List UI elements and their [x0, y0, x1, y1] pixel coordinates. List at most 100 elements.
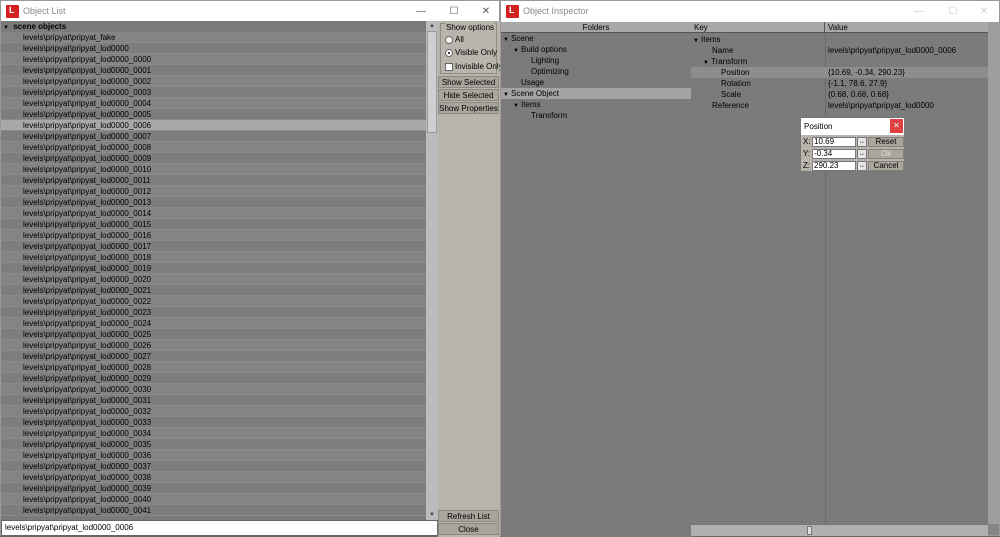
close-icon[interactable]: ✕ — [890, 119, 903, 133]
scroll-thumb[interactable] — [427, 31, 437, 133]
selected-path-field[interactable]: levels\pripyat\pripyat_lod0000_0006 — [1, 520, 438, 536]
object-list-titlebar[interactable]: Object List — ☐ ✕ — [1, 1, 499, 22]
object-list-item[interactable]: levels\pripyat\pripyat_lod0000_0025 — [1, 329, 426, 340]
object-list-item[interactable]: levels\pripyat\pripyat_lod0000_0033 — [1, 417, 426, 428]
object-list-item[interactable]: levels\pripyat\pripyat_lod0000_0014 — [1, 208, 426, 219]
radio-icon[interactable] — [445, 35, 453, 44]
folder-items[interactable]: ▼ Items — [501, 99, 691, 110]
object-list-item[interactable]: levels\pripyat\pripyat_lod0000_0022 — [1, 296, 426, 307]
object-list-item[interactable]: levels\pripyat\pripyat_lod0000_0041 — [1, 505, 426, 516]
object-list-item[interactable]: levels\pripyat\pripyat_lod0000_0015 — [1, 219, 426, 230]
y-spin-icon[interactable]: ↔ — [857, 149, 867, 159]
object-list-item[interactable]: levels\pripyat\pripyat_lod0000_0037 — [1, 461, 426, 472]
close-icon[interactable]: ✕ — [969, 1, 999, 22]
object-list-item[interactable]: levels\pripyat\pripyat_lod0000_0016 — [1, 230, 426, 241]
object-list-item[interactable]: levels\pripyat\pripyat_fake — [1, 32, 426, 43]
radio-all[interactable]: All — [445, 34, 464, 45]
object-list-item[interactable]: levels\pripyat\pripyat_lod0000_0036 — [1, 450, 426, 461]
prop-row-transform[interactable]: ▼ Transform — [691, 56, 988, 67]
object-list-item[interactable]: levels\pripyat\pripyat_lod0000_0038 — [1, 472, 426, 483]
scroll-up-icon[interactable]: ▲ — [426, 21, 438, 31]
properties-vertical-scrollbar[interactable] — [988, 22, 1000, 524]
folder-build-options[interactable]: ▼ Build options — [501, 44, 691, 55]
scroll-down-icon[interactable]: ▼ — [426, 510, 438, 520]
folder-optimizing[interactable]: Optimizing — [501, 66, 691, 77]
object-list-item[interactable]: levels\pripyat\pripyat_lod0000_0000 — [1, 54, 426, 65]
z-field[interactable]: 290.23 — [812, 161, 856, 171]
object-list-item[interactable]: levels\pripyat\pripyat_lod0000_0030 — [1, 384, 426, 395]
collapse-triangle-icon[interactable]: ▼ — [513, 46, 521, 57]
ok-button[interactable]: Ok — [868, 149, 904, 159]
object-list-item[interactable]: levels\pripyat\pripyat_lod0000_0009 — [1, 153, 426, 164]
object-list-item[interactable]: levels\pripyat\pripyat_lod0000_0027 — [1, 351, 426, 362]
show-selected-button[interactable]: Show Selected — [438, 76, 499, 88]
y-field[interactable]: -0.34 — [812, 149, 856, 159]
object-list-item[interactable]: levels\pripyat\pripyat_lod0000_0017 — [1, 241, 426, 252]
object-list-item[interactable]: levels\pripyat\pripyat_lod0000_0026 — [1, 340, 426, 351]
collapse-triangle-icon[interactable]: ▼ — [3, 23, 11, 34]
folder-scene-object[interactable]: ▼ Scene Object — [501, 88, 691, 99]
z-spin-icon[interactable]: ↔ — [857, 161, 867, 171]
folders-tree[interactable]: Folders ▼ Scene ▼ Build options Lighting O… — [501, 22, 691, 537]
prop-row-position[interactable]: Position {10.69, -0.34, 290.23} — [691, 67, 988, 78]
scene-objects-tree[interactable]: ▼ scene objects levels\pripyat\pripyat_f… — [1, 21, 426, 520]
close-button[interactable]: Close — [438, 523, 499, 535]
object-list-item[interactable]: levels\pripyat\pripyat_lod0000_0019 — [1, 263, 426, 274]
properties-grid[interactable]: Key Value ▼ Items Name levels\pripyat\pri… — [691, 22, 988, 524]
object-list-item[interactable]: levels\pripyat\pripyat_lod0000_0040 — [1, 494, 426, 505]
object-list-item[interactable]: levels\pripyat\pripyat_lod0000_0004 — [1, 98, 426, 109]
object-list-item[interactable]: levels\pripyat\pripyat_lod0000_0013 — [1, 197, 426, 208]
folder-scene[interactable]: ▼ Scene — [501, 33, 691, 44]
object-list-item[interactable]: levels\pripyat\pripyat_lod0000_0008 — [1, 142, 426, 153]
object-list-item[interactable]: levels\pripyat\pripyat_lod0000_0012 — [1, 186, 426, 197]
hide-selected-button[interactable]: Hide Selected — [438, 89, 499, 101]
object-list-item[interactable]: levels\pripyat\pripyat_lod0000_0029 — [1, 373, 426, 384]
object-list-item[interactable]: levels\pripyat\pripyat_lod0000_0039 — [1, 483, 426, 494]
object-list-item[interactable]: levels\pripyat\pripyat_lod0000_0011 — [1, 175, 426, 186]
prop-row-reference[interactable]: Reference levels\pripyat\pripyat_lod0000 — [691, 100, 988, 111]
scroll-thumb[interactable] — [807, 526, 812, 535]
x-spin-icon[interactable]: ↔ — [857, 137, 867, 147]
object-list-item[interactable]: levels\pripyat\pripyat_lod0000_0032 — [1, 406, 426, 417]
checkbox-invisible-only[interactable]: Invisible Only — [445, 61, 503, 72]
object-list-item[interactable]: levels\pripyat\pripyat_lod0000_0031 — [1, 395, 426, 406]
object-inspector-titlebar[interactable]: Object Inspector — ☐ ✕ — [501, 1, 999, 22]
object-list-item[interactable]: levels\pripyat\pripyat_lod0000_0005 — [1, 109, 426, 120]
position-dialog-title[interactable]: Position — [801, 118, 904, 135]
show-properties-button[interactable]: Show Properties — [438, 102, 499, 114]
object-list-item[interactable]: levels\pripyat\pripyat_lod0000_0018 — [1, 252, 426, 263]
cancel-button[interactable]: Cancel — [868, 161, 904, 171]
object-list-item[interactable]: levels\pripyat\pripyat_lod0000_0001 — [1, 65, 426, 76]
object-list-item[interactable]: levels\pripyat\pripyat_lod0000_0006 — [1, 120, 426, 131]
object-list-item[interactable]: levels\pripyat\pripyat_lod0000 — [1, 43, 426, 54]
x-field[interactable]: 10.69 — [812, 137, 856, 147]
reset-button[interactable]: Reset — [868, 137, 904, 147]
prop-row-items[interactable]: ▼ Items — [691, 34, 988, 45]
maximize-icon[interactable]: ☐ — [439, 1, 469, 22]
tree-root-scene-objects[interactable]: ▼ scene objects — [1, 21, 426, 32]
object-list-item[interactable]: levels\pripyat\pripyat_lod0000_0020 — [1, 274, 426, 285]
collapse-triangle-icon[interactable]: ▼ — [513, 101, 521, 112]
maximize-icon[interactable]: ☐ — [938, 1, 968, 22]
object-list-scrollbar[interactable]: ▲ ▼ — [426, 21, 438, 520]
object-list-item[interactable]: levels\pripyat\pripyat_lod0000_0010 — [1, 164, 426, 175]
object-list-item[interactable]: levels\pripyat\pripyat_lod0000_0002 — [1, 76, 426, 87]
object-list-item[interactable]: levels\pripyat\pripyat_lod0000_0034 — [1, 428, 426, 439]
minimize-icon[interactable]: — — [904, 1, 934, 22]
folder-lighting[interactable]: Lighting — [501, 55, 691, 66]
collapse-triangle-icon[interactable]: ▼ — [503, 90, 511, 101]
properties-horizontal-scrollbar[interactable] — [691, 524, 988, 536]
folder-usage[interactable]: Usage — [501, 77, 691, 88]
close-icon[interactable]: ✕ — [471, 1, 501, 22]
prop-row-name[interactable]: Name levels\pripyat\pripyat_lod0000_0006 — [691, 45, 988, 56]
object-list-item[interactable]: levels\pripyat\pripyat_lod0000_0035 — [1, 439, 426, 450]
object-list-item[interactable]: levels\pripyat\pripyat_lod0000_0007 — [1, 131, 426, 142]
object-list-item[interactable]: levels\pripyat\pripyat_lod0000_0028 — [1, 362, 426, 373]
object-list-item[interactable]: levels\pripyat\pripyat_lod0000_0021 — [1, 285, 426, 296]
object-list-item[interactable]: levels\pripyat\pripyat_lod0000_0024 — [1, 318, 426, 329]
minimize-icon[interactable]: — — [406, 1, 436, 22]
object-list-item[interactable]: levels\pripyat\pripyat_lod0000_0023 — [1, 307, 426, 318]
prop-row-rotation[interactable]: Rotation {-1.1, 78.6, 27.9} — [691, 78, 988, 89]
prop-row-scale[interactable]: Scale {0.68, 0.68, 0.68} — [691, 89, 988, 100]
folder-transform[interactable]: Transform — [501, 110, 691, 121]
